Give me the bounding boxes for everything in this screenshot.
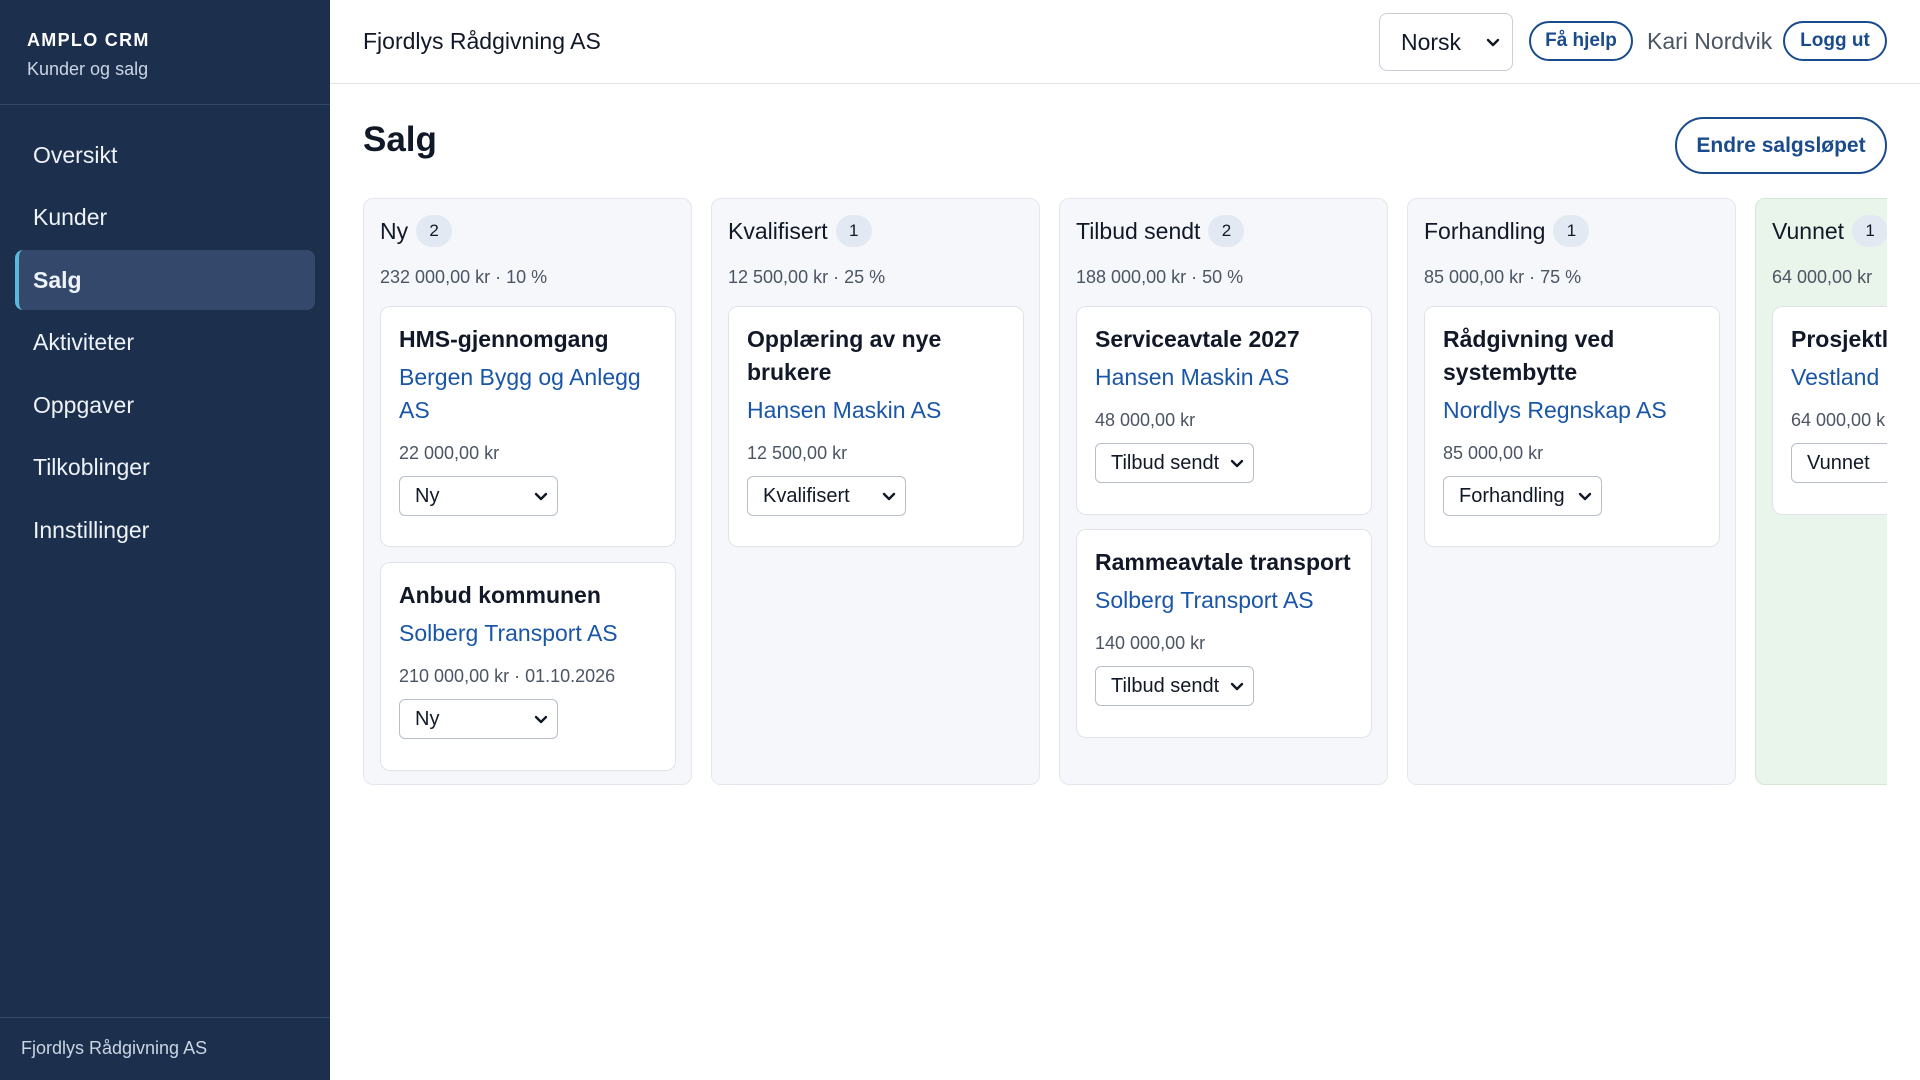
page-title: Salg	[363, 120, 437, 159]
deal-title: Prosjektle	[1791, 326, 1887, 352]
deal-amount: 140 000,00 kr	[1095, 633, 1206, 653]
language-value: Norsk	[1401, 28, 1462, 55]
sidebar-nav: Oversikt Kunder Salg Aktiviteter Oppgave…	[0, 105, 330, 560]
column-count-badge: 2	[1208, 215, 1245, 247]
deal-amount: 12 500,00 kr	[747, 443, 848, 463]
column-header: Forhandling 1	[1424, 215, 1590, 247]
column-summary: 188 000,00 kr · 50 %	[1076, 267, 1244, 287]
deal-stage-value: Vunnet	[1807, 451, 1870, 474]
deal-customer-link[interactable]: Vestland E	[1791, 361, 1887, 394]
company-name: Fjordlys Rådgivning AS	[363, 28, 601, 54]
deal-title: Anbud kommunen	[399, 582, 601, 608]
pipeline-column-ny: Ny 2 232 000,00 kr · 10 % HMS-gjennomgan…	[363, 198, 692, 785]
column-header: Ny 2	[380, 215, 453, 247]
deal-title: Opplæring av nye brukere	[747, 326, 942, 385]
brand: AMPLO CRM Kunder og salg	[0, 0, 330, 105]
chevron-down-icon	[1230, 682, 1244, 691]
column-title: Kvalifisert	[728, 217, 828, 244]
brand-name: AMPLO CRM	[27, 30, 150, 50]
deal-stage-select[interactable]: Forhandling	[1443, 476, 1602, 516]
deal-amount-date: 210 000,00 kr · 01.10.2026	[399, 666, 616, 686]
deal-stage-value: Kvalifisert	[763, 484, 850, 507]
column-header: Kvalifisert 1	[728, 215, 872, 247]
sidebar-footer-company: Fjordlys Rådgivning AS	[0, 1017, 330, 1080]
column-count-badge: 1	[1553, 215, 1590, 247]
chevron-down-icon	[1578, 492, 1592, 501]
deal-amount: 22 000,00 kr	[399, 443, 500, 463]
pipeline-column-forhandling: Forhandling 1 85 000,00 kr · 75 % Rådgiv…	[1407, 198, 1736, 785]
chevron-down-icon	[882, 492, 896, 501]
deal-stage-select[interactable]: Tilbud sendt	[1095, 443, 1254, 483]
column-summary: 12 500,00 kr · 25 %	[728, 267, 886, 287]
deal-card[interactable]: Rammeavtale transport Solberg Transport …	[1076, 529, 1372, 738]
sidebar-item-oversikt[interactable]: Oversikt	[15, 125, 315, 185]
deal-customer-link[interactable]: Nordlys Regnskap AS	[1443, 394, 1701, 427]
top-header: Fjordlys Rådgivning AS Norsk Få hjelp Ka…	[330, 0, 1920, 84]
deal-card[interactable]: Anbud kommunen Solberg Transport AS 210 …	[380, 562, 676, 771]
deal-stage-value: Ny	[415, 484, 440, 507]
pipeline-column-vunnet: Vunnet 1 64 000,00 kr Prosjektle Vestlan…	[1755, 198, 1887, 785]
deal-stage-select[interactable]: Ny	[399, 699, 558, 739]
deal-title: HMS-gjennomgang	[399, 326, 609, 352]
deal-stage-select[interactable]: Kvalifisert	[747, 476, 906, 516]
deal-customer-link[interactable]: Bergen Bygg og Anlegg AS	[399, 361, 657, 427]
logout-button[interactable]: Logg ut	[1783, 21, 1887, 61]
pipeline-board: Ny 2 232 000,00 kr · 10 % HMS-gjennomgan…	[363, 198, 1887, 788]
deal-stage-value: Tilbud sendt	[1111, 451, 1220, 474]
brand-subtitle: Kunder og salg	[27, 59, 149, 79]
column-count-badge: 2	[416, 215, 453, 247]
sidebar: AMPLO CRM Kunder og salg Oversikt Kunder…	[0, 0, 330, 1080]
language-select[interactable]: Norsk	[1379, 13, 1513, 71]
column-header: Tilbud sendt 2	[1076, 215, 1245, 247]
edit-pipeline-button[interactable]: Endre salgsløpet	[1675, 117, 1887, 174]
deal-stage-select[interactable]: Ny	[399, 476, 558, 516]
deal-stage-select[interactable]: Vunnet	[1791, 443, 1887, 483]
deal-card[interactable]: Prosjektle Vestland E 64 000,00 k Vunnet	[1772, 306, 1887, 515]
deal-card[interactable]: Opplæring av nye brukere Hansen Maskin A…	[728, 306, 1024, 547]
deal-stage-select[interactable]: Tilbud sendt	[1095, 666, 1254, 706]
column-summary: 85 000,00 kr · 75 %	[1424, 267, 1582, 287]
column-summary: 232 000,00 kr · 10 %	[380, 267, 548, 287]
deal-customer-link[interactable]: Solberg Transport AS	[399, 617, 657, 650]
deal-stage-value: Ny	[415, 707, 440, 730]
column-title: Tilbud sendt	[1076, 217, 1201, 244]
sidebar-item-aktiviteter[interactable]: Aktiviteter	[15, 313, 315, 373]
column-title: Forhandling	[1424, 217, 1546, 244]
deal-customer-link[interactable]: Hansen Maskin AS	[1095, 361, 1353, 394]
sidebar-item-oppgaver[interactable]: Oppgaver	[15, 375, 315, 435]
deal-stage-value: Tilbud sendt	[1111, 674, 1220, 697]
column-count-badge: 1	[835, 215, 872, 247]
sidebar-item-innstillinger[interactable]: Innstillinger	[15, 500, 315, 560]
deal-customer-link[interactable]: Solberg Transport AS	[1095, 584, 1353, 617]
sidebar-item-salg[interactable]: Salg	[15, 250, 315, 310]
deal-title: Rådgivning ved systembytte	[1443, 326, 1615, 385]
deal-amount: 64 000,00 k	[1791, 410, 1886, 430]
pipeline-column-kvalifisert: Kvalifisert 1 12 500,00 kr · 25 % Opplær…	[711, 198, 1040, 785]
sidebar-item-kunder[interactable]: Kunder	[15, 188, 315, 248]
deal-title: Serviceavtale 2027	[1095, 326, 1300, 352]
chevron-down-icon	[1486, 38, 1500, 47]
chevron-down-icon	[534, 492, 548, 501]
deal-card[interactable]: HMS-gjennomgang Bergen Bygg og Anlegg AS…	[380, 306, 676, 547]
deal-amount: 48 000,00 kr	[1095, 410, 1196, 430]
chevron-down-icon	[1230, 459, 1244, 468]
user-name: Kari Nordvik	[1647, 28, 1773, 54]
column-header: Vunnet 1	[1772, 215, 1887, 247]
help-button[interactable]: Få hjelp	[1529, 21, 1633, 61]
deal-card[interactable]: Rådgivning ved systembytte Nordlys Regns…	[1424, 306, 1720, 547]
deal-amount: 85 000,00 kr	[1443, 443, 1544, 463]
deal-customer-link[interactable]: Hansen Maskin AS	[747, 394, 1005, 427]
column-title: Vunnet	[1772, 217, 1845, 244]
column-count-badge: 1	[1852, 215, 1887, 247]
deal-card[interactable]: Serviceavtale 2027 Hansen Maskin AS 48 0…	[1076, 306, 1372, 515]
sidebar-item-tilkoblinger[interactable]: Tilkoblinger	[15, 438, 315, 498]
pipeline-column-tilbud-sendt: Tilbud sendt 2 188 000,00 kr · 50 % Serv…	[1059, 198, 1388, 785]
column-title: Ny	[380, 217, 409, 244]
deal-stage-value: Forhandling	[1459, 484, 1565, 507]
chevron-down-icon	[534, 715, 548, 724]
deal-title: Rammeavtale transport	[1095, 549, 1351, 575]
column-summary: 64 000,00 kr	[1772, 267, 1873, 287]
